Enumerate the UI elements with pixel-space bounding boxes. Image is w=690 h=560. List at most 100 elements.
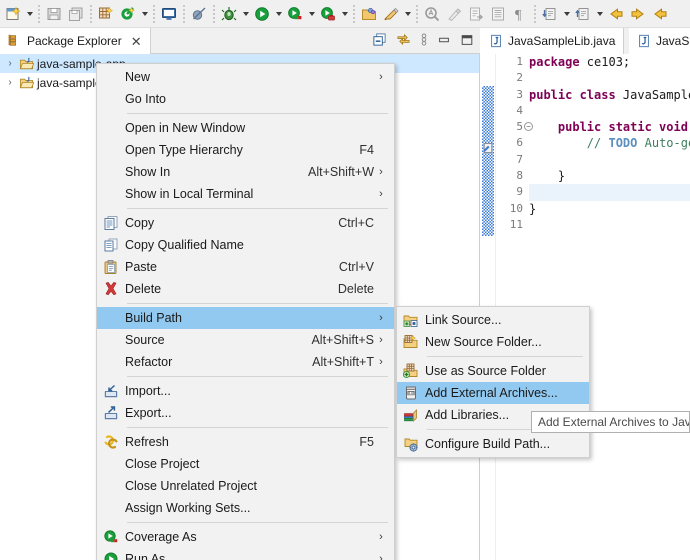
close-icon[interactable]: ✕ — [131, 35, 142, 48]
menu-item-export[interactable]: Export... — [97, 402, 394, 424]
menu-item-source[interactable]: Source Alt+Shift+S › — [97, 329, 394, 351]
context-menu[interactable]: New › Go Into Open in New Window Open Type H… — [96, 63, 395, 560]
chevron-down-icon[interactable] — [273, 3, 284, 25]
code-line[interactable]: } — [529, 168, 690, 184]
menu-item-go-into[interactable]: Go Into — [97, 88, 394, 110]
submenu-item-new-source-folder[interactable]: New Source Folder... — [397, 331, 589, 353]
minimize-icon[interactable] — [437, 33, 451, 47]
code-line[interactable] — [529, 70, 690, 86]
tab-package-explorer[interactable]: Package Explorer ✕ — [0, 28, 151, 54]
toolbar-button-new-java-class[interactable] — [380, 3, 402, 25]
chevron-down-icon[interactable] — [561, 3, 572, 25]
menu-item-coverage-as[interactable]: Coverage As › — [97, 526, 394, 548]
link-with-editor-icon[interactable] — [396, 32, 411, 47]
code-line[interactable]: } — [529, 201, 690, 217]
code-line[interactable] — [529, 152, 690, 168]
copy-qualified-name-icon — [97, 234, 125, 256]
toolbar-button-back-history[interactable] — [649, 3, 671, 25]
toolbar-button-externalize-strings[interactable] — [443, 3, 465, 25]
collapse-all-icon[interactable] — [372, 32, 387, 47]
toolbar-button-new-wizard[interactable] — [2, 3, 24, 25]
submenu-item-use-as-source-folder[interactable]: Use as Source Folder — [397, 360, 589, 382]
chevron-right-icon[interactable]: › — [4, 77, 16, 88]
menu-icon-placeholder — [97, 117, 125, 139]
toolbar-button-forward[interactable] — [627, 3, 649, 25]
toolbar-button-open-console[interactable] — [158, 3, 180, 25]
code-line[interactable]: public class JavaSampleA — [529, 87, 690, 103]
menu-item-delete[interactable]: Delete Delete — [97, 278, 394, 300]
submenu-item-link-source[interactable]: Link Source... — [397, 309, 589, 331]
menu-item-label: Source — [125, 333, 165, 347]
menu-item-run-as[interactable]: Run As › — [97, 548, 394, 560]
toolbar-button-pilcrow[interactable]: ¶ — [509, 3, 531, 25]
build-path-submenu[interactable]: Link Source... New Source Folder... Use as… — [396, 306, 590, 458]
menu-item-copy[interactable]: Copy Ctrl+C — [97, 212, 394, 234]
chevron-down-icon[interactable] — [339, 3, 350, 25]
menu-item-show-in-local-terminal[interactable]: Show in Local Terminal › — [97, 183, 394, 205]
menu-item-show-in[interactable]: Show In Alt+Shift+W › — [97, 161, 394, 183]
code-line[interactable] — [529, 103, 690, 119]
menu-item-build-path[interactable]: Build Path › — [97, 307, 394, 329]
chevron-down-icon[interactable] — [24, 3, 35, 25]
chevron-down-icon[interactable] — [139, 3, 150, 25]
chevron-down-icon[interactable] — [306, 3, 317, 25]
fold-collapse-icon[interactable]: − — [524, 122, 533, 131]
menu-item-new[interactable]: New › — [97, 66, 394, 88]
code-line[interactable]: public static void m — [529, 119, 690, 135]
toolbar-button-save-all[interactable] — [65, 3, 87, 25]
code-token: Auto-gen — [644, 136, 690, 151]
menu-item-open-type-hierarchy[interactable]: Open Type Hierarchy F4 — [97, 139, 394, 161]
save-all-icon — [68, 6, 84, 22]
menu-item-copy-qualified-name[interactable]: Copy Qualified Name — [97, 234, 394, 256]
menu-item-close-project[interactable]: Close Project — [97, 453, 394, 475]
submenu-item-configure-build-path[interactable]: Configure Build Path... — [397, 433, 589, 455]
toolbar-button-next-annotation[interactable] — [539, 3, 561, 25]
code-line[interactable] — [529, 184, 690, 201]
java-file-icon — [637, 34, 651, 48]
code-line[interactable]: // TODO Auto-gen — [529, 135, 690, 151]
toolbar-button-back[interactable] — [605, 3, 627, 25]
toolbar-separator — [353, 4, 355, 23]
submenu-arrow-icon: › — [379, 334, 383, 346]
menu-item-open-in-new-window[interactable]: Open in New Window — [97, 117, 394, 139]
menu-item-accelerator: Ctrl+V — [338, 260, 374, 274]
menu-item-close-unrelated-project[interactable]: Close Unrelated Project — [97, 475, 394, 497]
editor-tab-1[interactable]: JavaSa — [629, 28, 690, 54]
toolbar-button-build-all[interactable] — [95, 3, 117, 25]
toolbar-separator — [183, 4, 185, 23]
menu-separator — [127, 113, 388, 114]
menu-item-paste[interactable]: Paste Ctrl+V — [97, 256, 394, 278]
toolbar-button-open-type[interactable] — [421, 3, 443, 25]
toolbar-button-previous-annotation[interactable] — [572, 3, 594, 25]
chevron-down-icon[interactable] — [402, 3, 413, 25]
code-line[interactable] — [529, 217, 690, 233]
chevron-down-icon[interactable] — [240, 3, 251, 25]
submenu-arrow-icon: › — [379, 356, 383, 368]
toolbar-button-debug[interactable] — [218, 3, 240, 25]
editor-tab-0[interactable]: JavaSampleLib.java — [481, 28, 625, 54]
toolbar-button-new-java-package[interactable] — [358, 3, 380, 25]
import-icon — [97, 380, 125, 402]
menu-item-assign-working-sets[interactable]: Assign Working Sets... — [97, 497, 394, 519]
toolbar-button-task-list[interactable] — [487, 3, 509, 25]
menu-item-import[interactable]: Import... — [97, 380, 394, 402]
menu-item-label: Close Project — [125, 457, 200, 471]
menu-item-refactor[interactable]: Refactor Alt+Shift+T › — [97, 351, 394, 373]
menu-item-refresh[interactable]: Refresh F5 — [97, 431, 394, 453]
line-number: 1 — [516, 55, 523, 68]
toolbar-button-run-coverage[interactable] — [284, 3, 306, 25]
submenu-item-add-external-archives[interactable]: 010 Add External Archives... — [397, 382, 589, 404]
line-number: 9 — [516, 185, 523, 199]
java-file-icon — [489, 34, 503, 48]
view-menu-icon[interactable] — [420, 32, 428, 47]
toolbar-button-save[interactable] — [43, 3, 65, 25]
chevron-right-icon[interactable]: › — [4, 58, 16, 69]
code-line[interactable]: package ce103; — [529, 54, 690, 70]
toolbar-button-run-profile[interactable] — [317, 3, 339, 25]
maximize-icon[interactable] — [460, 33, 474, 47]
chevron-down-icon[interactable] — [594, 3, 605, 25]
toolbar-button-run[interactable] — [251, 3, 273, 25]
toolbar-button-skip-breakpoints[interactable] — [188, 3, 210, 25]
toolbar-button-search-declaration[interactable] — [465, 3, 487, 25]
toolbar-button-coverage[interactable] — [117, 3, 139, 25]
